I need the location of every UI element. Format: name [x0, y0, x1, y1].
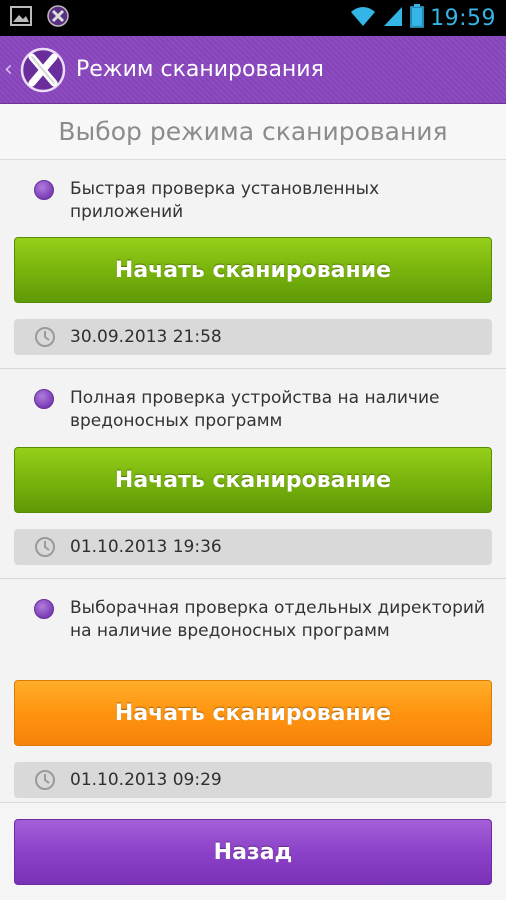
- radio-button[interactable]: [34, 180, 54, 200]
- app-notification-icon: [46, 4, 70, 32]
- status-bar: 19:59: [0, 0, 506, 36]
- mode-description: Выборачная проверка отдельных директорий…: [70, 598, 485, 641]
- mode-option[interactable]: Полная проверка устройства на наличие вр…: [34, 387, 486, 433]
- start-scan-button[interactable]: Начать сканирование: [14, 680, 492, 746]
- last-scan-date: 01.10.2013 19:36: [70, 537, 222, 557]
- last-scan-bar: 30.09.2013 21:58: [14, 319, 492, 355]
- last-scan-bar: 01.10.2013 09:29: [14, 762, 492, 798]
- last-scan-date: 30.09.2013 21:58: [70, 327, 222, 347]
- app-logo-icon[interactable]: [20, 47, 66, 93]
- start-scan-button[interactable]: Начать сканирование: [14, 237, 492, 303]
- action-bar: ‹ Режим сканирования: [0, 36, 506, 104]
- status-time: 19:59: [430, 5, 496, 31]
- gallery-icon: [10, 6, 32, 30]
- mode-description: Быстрая проверка установленных приложени…: [70, 179, 380, 222]
- clock-icon: [34, 536, 56, 558]
- back-button[interactable]: Назад: [14, 819, 492, 885]
- signal-icon: [382, 5, 404, 31]
- battery-icon: [410, 4, 424, 32]
- last-scan-bar: 01.10.2013 19:36: [14, 529, 492, 565]
- clock-icon: [34, 326, 56, 348]
- action-bar-title: Режим сканирования: [76, 57, 324, 82]
- last-scan-date: 01.10.2013 09:29: [70, 770, 222, 790]
- wifi-icon: [350, 5, 376, 31]
- page-title: Выбор режима сканирования: [0, 104, 506, 160]
- status-bar-system: 19:59: [350, 4, 496, 32]
- scan-mode-custom: Выборачная проверка отдельных директорий…: [0, 579, 506, 803]
- status-bar-notifications: [10, 4, 70, 32]
- radio-button[interactable]: [34, 599, 54, 619]
- up-chevron-icon[interactable]: ‹: [4, 57, 16, 82]
- scan-mode-quick: Быстрая проверка установленных приложени…: [0, 160, 506, 369]
- radio-button[interactable]: [34, 389, 54, 409]
- mode-option[interactable]: Выборачная проверка отдельных директорий…: [34, 597, 486, 643]
- start-scan-button[interactable]: Начать сканирование: [14, 447, 492, 513]
- scan-mode-full: Полная проверка устройства на наличие вр…: [0, 369, 506, 579]
- mode-option[interactable]: Быстрая проверка установленных приложени…: [34, 178, 486, 224]
- mode-description: Полная проверка устройства на наличие вр…: [70, 388, 440, 431]
- clock-icon: [34, 769, 56, 791]
